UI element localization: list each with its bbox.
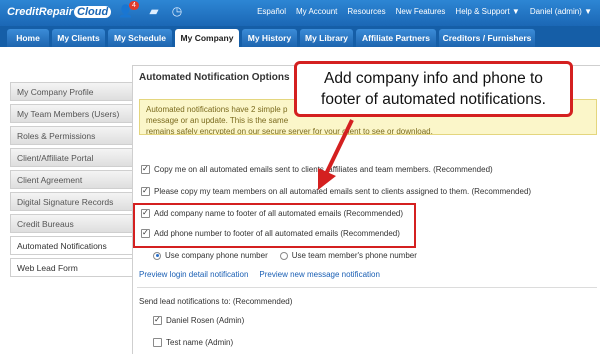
main-nav: Home My Clients My Schedule My Company M… bbox=[0, 26, 600, 47]
callout-line-2: footer of automated notifications. bbox=[321, 91, 546, 108]
top-links: Español My Account Resources New Feature… bbox=[257, 7, 592, 16]
callout-line-1: Add company info and phone to bbox=[324, 70, 543, 87]
logo-text: CreditRepair bbox=[7, 6, 74, 18]
sidebar: My Company Profile My Team Members (User… bbox=[10, 82, 132, 280]
chat-icon[interactable]: ▰ bbox=[147, 4, 161, 18]
option-copy-me[interactable]: Copy me on all automated emails sent to … bbox=[141, 164, 493, 174]
sidebar-item-company-profile[interactable]: My Company Profile bbox=[10, 82, 132, 101]
clock-icon[interactable]: ◷ bbox=[170, 4, 184, 18]
lead-recipient-label: Daniel Rosen (Admin) bbox=[166, 316, 245, 325]
app-logo[interactable]: CreditRepair Cloud bbox=[7, 6, 112, 18]
lead-recipient-row[interactable]: Test name (Admin) bbox=[153, 338, 233, 347]
lead-recipient-label: Test name (Admin) bbox=[166, 338, 234, 347]
preview-login-link[interactable]: Preview login detail notification bbox=[139, 270, 248, 279]
phone-source-radios: Use company phone number Use team member… bbox=[153, 251, 417, 260]
sidebar-item-roles-permissions[interactable]: Roles & Permissions bbox=[10, 126, 132, 145]
top-link-help-support[interactable]: Help & Support ▼ bbox=[455, 7, 519, 16]
company-name-footer-label: Add company name to footer of all automa… bbox=[154, 209, 404, 218]
phone-footer-label: Add phone number to footer of all automa… bbox=[154, 229, 400, 238]
copy-me-label: Copy me on all automated emails sent to … bbox=[154, 165, 493, 174]
divider bbox=[137, 287, 597, 288]
top-link-my-account[interactable]: My Account bbox=[296, 7, 337, 16]
radio-company-phone-label: Use company phone number bbox=[165, 251, 268, 260]
sidebar-item-automated-notifications[interactable]: Automated Notifications bbox=[10, 236, 132, 255]
lead-notifications-title: Send lead notifications to: (Recommended… bbox=[139, 297, 293, 306]
sidebar-item-web-lead-form[interactable]: Web Lead Form bbox=[10, 258, 132, 277]
sidebar-item-client-affiliate-portal[interactable]: Client/Affiliate Portal bbox=[10, 148, 132, 167]
annotation-callout: Add company info and phone to footer of … bbox=[294, 61, 573, 117]
sidebar-item-credit-bureaus[interactable]: Credit Bureaus bbox=[10, 214, 132, 233]
page-title: Automated Notification Options bbox=[139, 72, 290, 83]
lead-recipient-checkbox[interactable] bbox=[153, 315, 162, 325]
copy-team-label: Please copy my team members on all autom… bbox=[154, 187, 532, 196]
copy-team-checkbox[interactable] bbox=[141, 186, 150, 196]
top-bar: CreditRepair Cloud 👤 4 ▰ ◷ Español My Acc… bbox=[0, 0, 600, 26]
tab-creditors-furnishers[interactable]: Creditors / Furnishers bbox=[439, 29, 535, 47]
company-name-footer-checkbox[interactable] bbox=[141, 208, 150, 218]
top-link-user-menu[interactable]: Daniel (admin) ▼ bbox=[530, 7, 592, 16]
radio-team-phone[interactable] bbox=[279, 251, 288, 260]
option-phone-footer[interactable]: Add phone number to footer of all automa… bbox=[141, 228, 400, 238]
tab-my-clients[interactable]: My Clients bbox=[52, 29, 105, 47]
tab-my-schedule[interactable]: My Schedule bbox=[108, 29, 172, 47]
sidebar-item-team-members[interactable]: My Team Members (Users) bbox=[10, 104, 132, 123]
lead-recipient-row[interactable]: Daniel Rosen (Admin) bbox=[153, 315, 245, 325]
lead-recipient-checkbox[interactable] bbox=[153, 338, 162, 347]
notification-badge: 4 bbox=[129, 1, 139, 10]
sidebar-item-digital-signature-records[interactable]: Digital Signature Records bbox=[10, 192, 132, 211]
tab-affiliate-partners[interactable]: Affiliate Partners bbox=[356, 29, 436, 47]
sidebar-item-client-agreement[interactable]: Client Agreement bbox=[10, 170, 132, 189]
tab-my-library[interactable]: My Library bbox=[300, 29, 353, 47]
top-link-espanol[interactable]: Español bbox=[257, 7, 286, 16]
preview-message-link[interactable]: Preview new message notification bbox=[259, 270, 380, 279]
radio-team-phone-label: Use team member's phone number bbox=[291, 251, 417, 260]
preview-links: Preview login detail notification Previe… bbox=[139, 270, 380, 279]
tab-my-company[interactable]: My Company bbox=[175, 29, 239, 47]
top-link-resources[interactable]: Resources bbox=[347, 7, 385, 16]
top-link-new-features[interactable]: New Features bbox=[396, 7, 446, 16]
option-company-name-footer[interactable]: Add company name to footer of all automa… bbox=[141, 208, 404, 218]
copy-me-checkbox[interactable] bbox=[141, 164, 150, 174]
logo-cloud: Cloud bbox=[74, 6, 112, 18]
phone-footer-checkbox[interactable] bbox=[141, 228, 150, 238]
option-copy-team[interactable]: Please copy my team members on all autom… bbox=[141, 186, 532, 196]
info-line-3: remains safely encrypted on our secure s… bbox=[146, 127, 433, 135]
tab-my-history[interactable]: My History bbox=[242, 29, 297, 47]
tab-home[interactable]: Home bbox=[7, 29, 49, 47]
radio-company-phone[interactable] bbox=[153, 251, 161, 260]
